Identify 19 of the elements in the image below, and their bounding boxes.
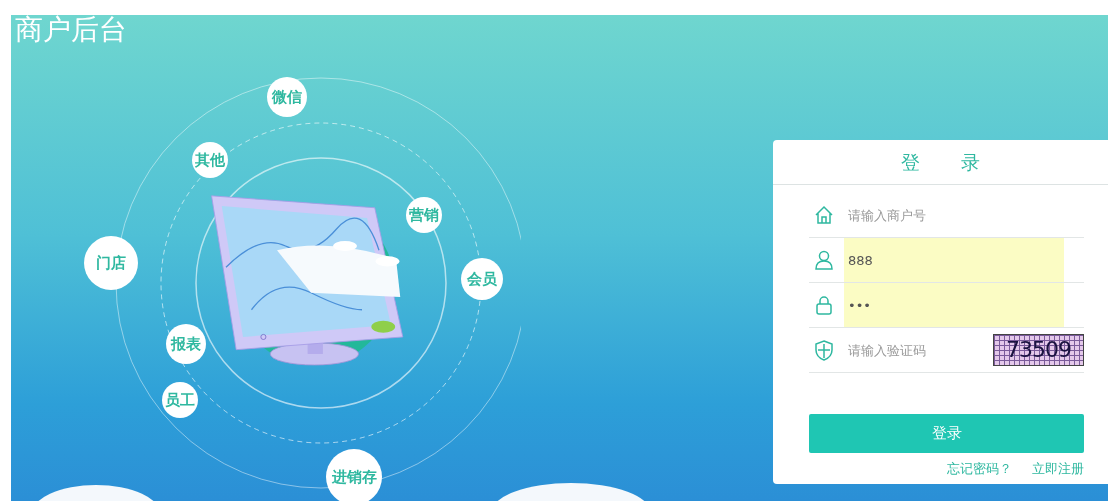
module-bubble: 其他 [192,142,228,178]
lock-icon [813,294,835,316]
password-field[interactable]: ••• [844,283,1064,327]
home-icon [813,204,835,226]
shield-icon [813,339,835,361]
module-bubble: 报表 [166,324,206,364]
page-title: 商户后台 [15,15,127,47]
module-bubble: 进销存 [326,449,382,501]
merchant-field[interactable]: 请输入商户号 [844,193,1064,237]
login-title: 登录 [773,140,1108,185]
module-bubble: 营销 [406,197,442,233]
username-field[interactable]: 888 [844,238,1064,282]
module-bubble: 微信 [267,77,307,117]
module-bubble: 会员 [461,258,503,300]
module-bubble: 员工 [162,382,198,418]
captcha-image[interactable]: 73509 [993,334,1084,366]
user-icon [813,249,835,271]
captcha-field[interactable]: 请输入验证码 [844,328,984,372]
module-bubble: 门店 [84,236,138,290]
